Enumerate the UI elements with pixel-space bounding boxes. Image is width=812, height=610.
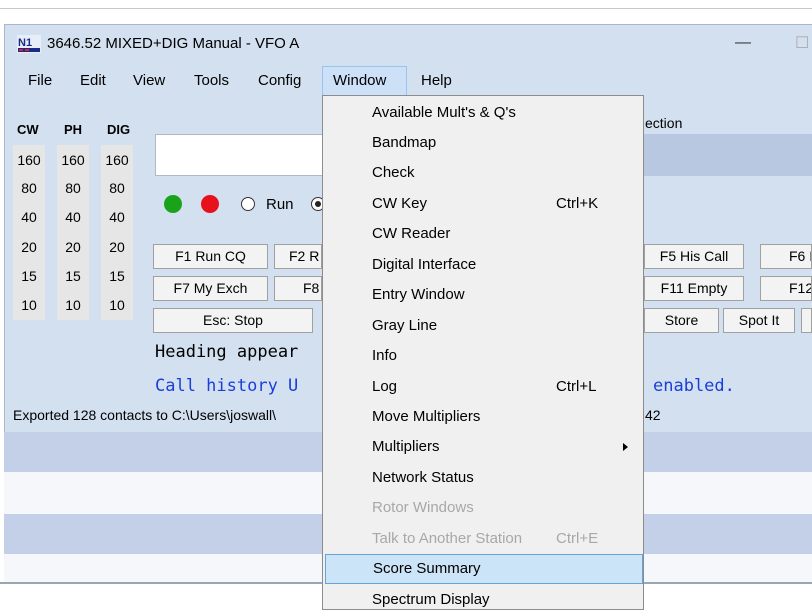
menu-item-multipliers[interactable]: Multipliers [323,432,643,462]
band-column-dig: 160 80 40 20 15 10 [101,145,133,320]
menu-item-spectrum-display[interactable]: Spectrum Display [323,585,643,609]
f12-button[interactable]: F12 [760,276,812,301]
menu-item-available-mults[interactable]: Available Mult's & Q's [323,98,643,128]
band-header-ph: PH [64,122,83,137]
band-column-cw: 160 80 40 20 15 10 [13,145,45,320]
menu-edit[interactable]: Edit [80,72,106,89]
run-radio-label: Run [266,196,294,213]
enabled-info-text: enabled. [653,376,735,396]
menu-item-log[interactable]: Log Ctrl+L [323,372,643,402]
submenu-arrow-icon [623,443,628,451]
menu-view[interactable]: View [133,72,165,89]
spot-it-button[interactable]: Spot It [723,308,795,333]
f11-empty-button[interactable]: F11 Empty [644,276,744,301]
callsign-entry-field[interactable] [155,134,335,176]
f7-my-exch-button[interactable]: F7 My Exch [153,276,268,301]
svg-text:N1: N1 [18,37,32,49]
band-dig-10[interactable]: 10 [101,297,133,313]
maximize-button[interactable]: ☐ [795,33,809,53]
band-dig-80[interactable]: 80 [101,180,133,196]
status-message: Exported 128 contacts to C:\Users\joswal… [13,407,277,423]
window-menu-dropdown: Available Mult's & Q's Bandmap Check CW … [322,95,644,610]
band-ph-40[interactable]: 40 [57,209,89,225]
menu-item-cw-reader[interactable]: CW Reader [323,219,643,249]
f6-button[interactable]: F6 I [760,244,812,269]
menu-item-cw-key[interactable]: CW Key Ctrl+K [323,189,643,219]
band-cw-160[interactable]: 160 [13,152,45,168]
menu-file[interactable]: File [28,72,52,89]
window-title: 3646.52 MIXED+DIG Manual - VFO A [47,35,300,52]
menu-window[interactable]: Window [333,72,386,89]
menu-item-bandmap[interactable]: Bandmap [323,128,643,158]
band-cw-15[interactable]: 15 [13,268,45,284]
menu-item-move-multipliers[interactable]: Move Multipliers [323,402,643,432]
call-history-info-text: Call history U [155,376,299,396]
menu-bar [5,65,812,95]
top-divider [0,8,812,9]
f5-his-call-button[interactable]: F5 His Call [644,244,744,269]
band-cw-40[interactable]: 40 [13,209,45,225]
band-ph-160[interactable]: 160 [57,152,89,168]
f1-run-cq-button[interactable]: F1 Run CQ [153,244,268,269]
esc-stop-button[interactable]: Esc: Stop [153,308,313,333]
band-dig-15[interactable]: 15 [101,268,133,284]
band-dig-20[interactable]: 20 [101,239,133,255]
store-button[interactable]: Store [644,308,719,333]
right-entry-panel [644,134,812,176]
band-header-dig: DIG [107,122,131,137]
menu-item-gray-line[interactable]: Gray Line [323,311,643,341]
menu-item-digital-interface[interactable]: Digital Interface [323,250,643,280]
menu-item-info[interactable]: Info [323,341,643,371]
f8-button[interactable]: F8 [274,276,322,301]
menu-item-entry-window[interactable]: Entry Window [323,280,643,310]
red-status-dot-icon [201,195,219,213]
next-button-partial[interactable] [801,308,812,333]
menu-item-check[interactable]: Check [323,158,643,188]
n1mm-logo-icon: N1 [17,35,41,53]
band-header-cw: CW [17,122,39,137]
band-dig-160[interactable]: 160 [101,152,133,168]
menu-item-score-summary[interactable]: Score Summary [325,554,643,584]
band-cw-20[interactable]: 20 [13,239,45,255]
band-cw-10[interactable]: 10 [13,297,45,313]
menu-item-network-status[interactable]: Network Status [323,463,643,493]
heading-info-text: Heading appear [155,342,299,362]
band-ph-80[interactable]: 80 [57,180,89,196]
run-radio[interactable] [241,197,255,211]
band-ph-15[interactable]: 15 [57,268,89,284]
menu-config[interactable]: Config [258,72,301,89]
band-ph-10[interactable]: 10 [57,297,89,313]
band-dig-40[interactable]: 40 [101,209,133,225]
f2-button[interactable]: F2 R [274,244,322,269]
menu-item-talk-to-another-station: Talk to Another Station Ctrl+E [372,530,599,547]
green-status-dot-icon [164,195,182,213]
menu-tools[interactable]: Tools [194,72,229,89]
menu-help[interactable]: Help [421,72,452,89]
menu-item-rotor-windows: Rotor Windows [372,499,474,516]
band-column-ph: 160 80 40 20 15 10 [57,145,89,320]
status-fragment: 42 [645,407,661,423]
band-cw-80[interactable]: 80 [13,180,45,196]
band-ph-20[interactable]: 20 [57,239,89,255]
right-header-fragment: ection [645,115,683,131]
minimize-button[interactable]: — [735,34,751,52]
